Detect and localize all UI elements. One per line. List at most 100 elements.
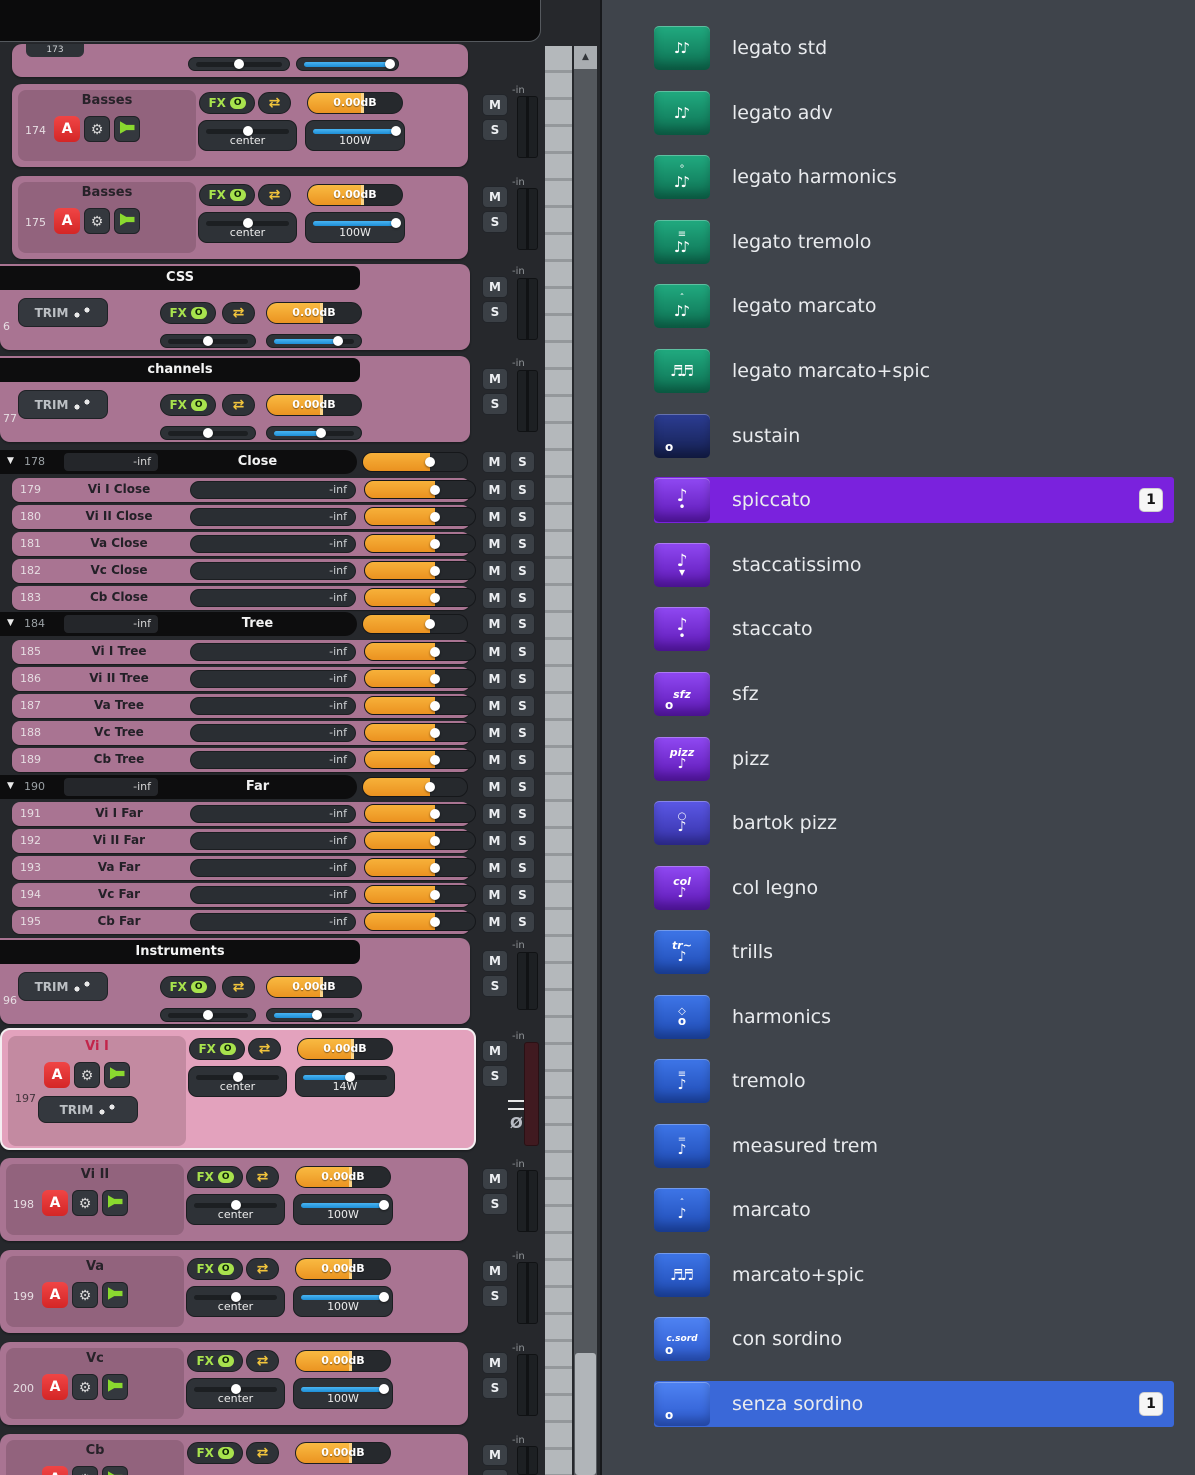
solo-button[interactable]: S (510, 911, 535, 933)
track-name[interactable]: Vi II Far (48, 833, 190, 847)
phase-button[interactable]: Ø (510, 1114, 523, 1132)
volume-fader[interactable] (362, 452, 468, 472)
track-name[interactable]: Va Tree (48, 698, 190, 712)
fader-thumb[interactable] (430, 592, 441, 603)
mute-button[interactable]: M (482, 1040, 508, 1062)
mute-button[interactable]: M (482, 722, 507, 744)
articulation-row[interactable]: ♪ ▾ staccatissimo (654, 542, 1174, 588)
articulation-row[interactable]: o sustain (654, 413, 1174, 459)
articulation-row[interactable]: ♪♪ legato adv (654, 90, 1174, 136)
track-name[interactable]: Cb (6, 1443, 184, 1458)
folder-name[interactable]: Close (160, 450, 355, 474)
articulation-row[interactable]: = ♪ measured trem (654, 1123, 1174, 1169)
volume-fader[interactable] (362, 777, 468, 797)
folder-track-bar[interactable]: ▼ 184 -inf Tree (0, 612, 357, 636)
articulation-row[interactable]: ˆ ♪♪ legato marcato (654, 283, 1174, 329)
track-row[interactable]: 187 Va Tree -inf (12, 694, 476, 718)
solo-button[interactable]: S (482, 211, 508, 233)
routing-button[interactable]: ⇄ (246, 1442, 279, 1464)
mute-button[interactable]: M (482, 1352, 508, 1374)
pan-slider[interactable]: center (198, 120, 297, 151)
fx-button[interactable]: FX O (199, 184, 255, 206)
articulation-row-selected[interactable]: ♪ • spiccato 1 (654, 477, 1174, 523)
track-name[interactable]: Vi I Far (48, 806, 190, 820)
track-name[interactable]: Va Close (48, 536, 190, 550)
articulation-row[interactable]: ≡ ♪ tremolo (654, 1058, 1174, 1104)
volume-fader[interactable] (364, 750, 476, 769)
fader-thumb[interactable] (430, 484, 441, 495)
solo-button[interactable]: S (510, 560, 535, 582)
width-slider[interactable] (266, 426, 362, 440)
track-name[interactable]: Vi I Close (48, 482, 190, 496)
fader-thumb[interactable] (430, 862, 441, 873)
track-name[interactable]: Vi I Tree (48, 644, 190, 658)
bus-name[interactable]: CSS (0, 266, 360, 290)
track-panel[interactable]: Cb 201 A ⚙ FXO ⇄ 0.00dB (0, 1434, 468, 1475)
track-panel-selected[interactable]: Vi I 197 A ⚙ TRIM FX O ⇄ 0.00dB center 14… (0, 1028, 476, 1150)
fader-thumb[interactable] (430, 673, 441, 684)
solo-button[interactable]: S (510, 722, 535, 744)
mute-button[interactable]: M (482, 479, 507, 501)
solo-button[interactable]: S (510, 506, 535, 528)
pan-thumb[interactable] (203, 428, 213, 438)
vertical-scrollbar[interactable]: ▲ (574, 46, 597, 1475)
width-slider[interactable]: 100W (293, 1286, 393, 1317)
fader-thumb[interactable] (430, 835, 441, 846)
trim-button[interactable]: TRIM (38, 1096, 138, 1123)
pan-slider[interactable]: center (186, 1194, 285, 1225)
record-arm-button[interactable]: A (42, 1374, 68, 1400)
record-monitor-button[interactable] (104, 1062, 130, 1088)
solo-button[interactable]: S (482, 1377, 508, 1399)
articulation-row[interactable]: pizz ♪ pizz (654, 736, 1174, 782)
track-row[interactable]: 191 Vi I Far -inf (12, 802, 476, 826)
volume-fader[interactable] (364, 588, 476, 607)
fader-thumb[interactable] (424, 782, 435, 792)
fx-button[interactable]: FX O (187, 1258, 243, 1280)
mute-button[interactable]: M (482, 911, 507, 933)
track-settings-button[interactable]: ⚙ (84, 208, 110, 234)
routing-button[interactable]: ⇄ (246, 1350, 279, 1372)
routing-button[interactable]: ⇄ (258, 184, 291, 206)
width-slider[interactable] (296, 57, 399, 71)
solo-button[interactable]: S (482, 1193, 508, 1215)
track-name[interactable]: Cb Far (48, 914, 190, 928)
mute-button[interactable]: M (482, 950, 508, 972)
mute-button[interactable]: M (482, 857, 507, 879)
folder-name[interactable]: Far (160, 775, 355, 799)
track-panel-partial[interactable]: 173 (12, 44, 468, 77)
track-row[interactable]: 188 Vc Tree -inf (12, 721, 476, 745)
track-row[interactable]: 194 Vc Far -inf (12, 883, 476, 907)
volume-fader[interactable]: 0.00dB (266, 976, 362, 998)
volume-fader[interactable]: 0.00dB (295, 1350, 391, 1372)
mute-button[interactable]: M (482, 368, 508, 390)
volume-fader[interactable] (364, 507, 476, 526)
solo-button[interactable]: S (510, 451, 535, 473)
volume-fader[interactable] (364, 804, 476, 823)
collapse-icon[interactable]: ▼ (7, 456, 14, 466)
width-slider[interactable]: 100W (293, 1378, 393, 1409)
fx-button[interactable]: FX O (199, 92, 255, 114)
mute-button[interactable]: M (482, 695, 507, 717)
fx-button[interactable]: FX O (160, 976, 216, 998)
volume-fader[interactable]: 0.00dB (295, 1258, 391, 1280)
track-name[interactable]: Vc Tree (48, 725, 190, 739)
width-slider[interactable]: 100W (293, 1194, 393, 1225)
track-row[interactable]: 192 Vi II Far -inf (12, 829, 476, 853)
track-panel[interactable]: Vi II 198 A ⚙ FX O ⇄ 0.00dB center 100W (0, 1158, 468, 1241)
width-slider[interactable] (266, 1008, 362, 1022)
track-row[interactable]: 183 Cb Close -inf (12, 586, 476, 610)
routing-button[interactable]: ⇄ (248, 1038, 281, 1060)
volume-fader[interactable]: 0.00dB (266, 302, 362, 324)
solo-button[interactable]: S (510, 749, 535, 771)
fader-thumb[interactable] (430, 646, 441, 657)
collapse-icon[interactable]: ▼ (7, 781, 14, 791)
track-row[interactable]: 182 Vc Close -inf (12, 559, 476, 583)
record-monitor-button[interactable] (102, 1374, 128, 1400)
record-monitor-button[interactable] (102, 1466, 128, 1475)
solo-button[interactable]: S (510, 695, 535, 717)
track-row[interactable]: 189 Cb Tree -inf (12, 748, 476, 772)
pan-slider[interactable] (160, 1008, 256, 1022)
record-monitor-button[interactable] (114, 116, 140, 142)
volume-fader[interactable] (364, 831, 476, 850)
track-panel[interactable]: Vc 200 A ⚙ FX O ⇄ 0.00dB center 100W (0, 1342, 468, 1425)
